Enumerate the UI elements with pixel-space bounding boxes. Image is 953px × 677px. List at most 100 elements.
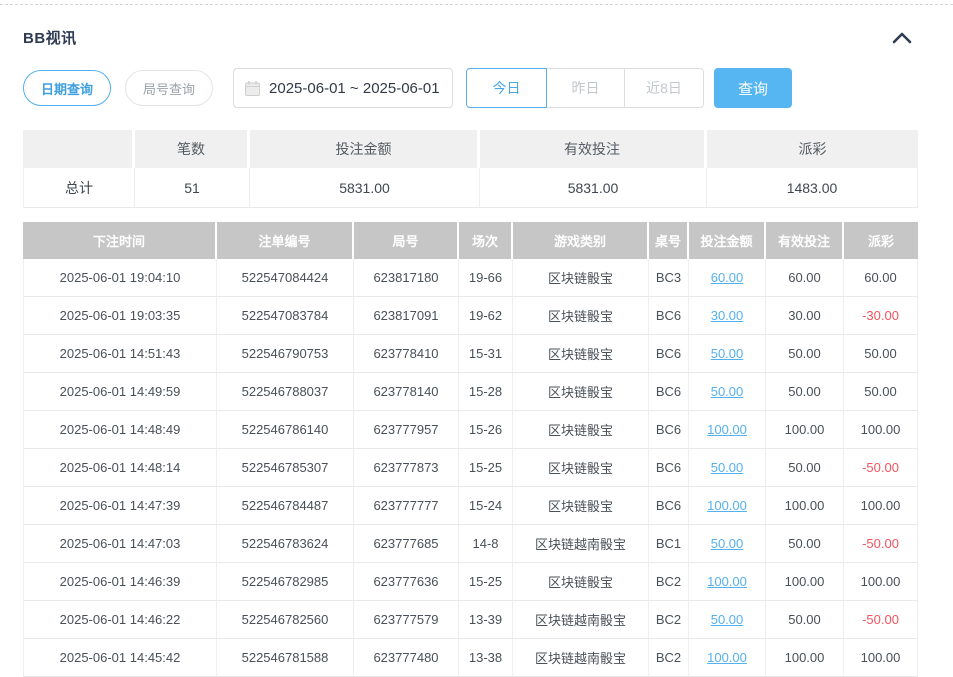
cell-game-type: 区块链骰宝 — [513, 335, 649, 373]
query-button[interactable]: 查询 — [714, 68, 792, 108]
cell-payout: -50.00 — [844, 601, 918, 639]
collapse-chevron-up-icon[interactable] — [891, 30, 913, 46]
table-row: 2025-06-01 14:46:39 522546782985 6237776… — [23, 563, 918, 601]
cell-order-no: 522546784487 — [217, 487, 354, 525]
cell-round-no: 623778140 — [354, 373, 459, 411]
col-header-bet-time: 下注时间 — [23, 222, 217, 259]
cell-game-type: 区块链越南骰宝 — [513, 525, 649, 563]
cell-valid-bet: 60.00 — [766, 259, 844, 297]
cell-bet-time: 2025-06-01 19:03:35 — [23, 297, 217, 335]
yesterday-button[interactable]: 昨日 — [546, 68, 625, 108]
table-row: 2025-06-01 14:47:39 522546784487 6237777… — [23, 487, 918, 525]
table-row: 2025-06-01 14:46:22 522546782560 6237775… — [23, 601, 918, 639]
cell-valid-bet: 50.00 — [766, 525, 844, 563]
cell-order-no: 522546783624 — [217, 525, 354, 563]
col-header-round-no: 局号 — [354, 222, 459, 259]
cell-valid-bet: 100.00 — [766, 411, 844, 449]
cell-bet-amount: 100.00 — [689, 563, 766, 601]
cell-valid-bet: 50.00 — [766, 335, 844, 373]
cell-game-type: 区块链骰宝 — [513, 487, 649, 525]
cell-valid-bet: 50.00 — [766, 449, 844, 487]
round-query-tab[interactable]: 局号查询 — [125, 70, 213, 106]
cell-payout: 50.00 — [844, 373, 918, 411]
cell-table-no: BC6 — [649, 297, 689, 335]
bet-amount-link[interactable]: 50.00 — [711, 384, 744, 399]
cell-table-no: BC2 — [649, 639, 689, 677]
cell-round-no: 623817091 — [354, 297, 459, 335]
cell-table-no: BC3 — [649, 259, 689, 297]
bet-amount-link[interactable]: 50.00 — [711, 536, 744, 551]
page-title: BB视讯 — [23, 27, 77, 48]
table-row: 2025-06-01 14:51:43 522546790753 6237784… — [23, 335, 918, 373]
cell-order-no: 522547084424 — [217, 259, 354, 297]
cell-order-no: 522546786140 — [217, 411, 354, 449]
cell-bet-amount: 50.00 — [689, 335, 766, 373]
bet-records-table: 下注时间 注单编号 局号 场次 游戏类别 桌号 投注金额 有效投注 派彩 202… — [23, 222, 918, 677]
cell-bet-time: 2025-06-01 14:49:59 — [23, 373, 217, 411]
cell-table-no: BC6 — [649, 373, 689, 411]
cell-order-no: 522547083784 — [217, 297, 354, 335]
table-row: 2025-06-01 14:49:59 522546788037 6237781… — [23, 373, 918, 411]
cell-table-no: BC2 — [649, 601, 689, 639]
table-row: 2025-06-01 14:48:14 522546785307 6237778… — [23, 449, 918, 487]
cell-round-no: 623777685 — [354, 525, 459, 563]
bet-amount-link[interactable]: 50.00 — [711, 612, 744, 627]
bet-amount-link[interactable]: 100.00 — [707, 574, 747, 589]
cell-session: 15-25 — [459, 449, 513, 487]
bet-amount-link[interactable]: 100.00 — [707, 498, 747, 513]
cell-round-no: 623777957 — [354, 411, 459, 449]
last-8-days-button[interactable]: 近8日 — [624, 68, 704, 108]
cell-order-no: 522546782560 — [217, 601, 354, 639]
bet-amount-link[interactable]: 100.00 — [707, 650, 747, 665]
cell-session: 19-62 — [459, 297, 513, 335]
today-button[interactable]: 今日 — [466, 68, 547, 108]
summary-total-label: 总计 — [23, 168, 135, 208]
bet-table-body: 2025-06-01 19:04:10 522547084424 6238171… — [23, 259, 918, 677]
cell-order-no: 522546785307 — [217, 449, 354, 487]
cell-order-no: 522546790753 — [217, 335, 354, 373]
cell-session: 13-39 — [459, 601, 513, 639]
cell-bet-amount: 30.00 — [689, 297, 766, 335]
summary-header-bet-amount: 投注金额 — [250, 130, 480, 168]
cell-game-type: 区块链骰宝 — [513, 563, 649, 601]
bet-amount-link[interactable]: 50.00 — [711, 346, 744, 361]
cell-valid-bet: 100.00 — [766, 487, 844, 525]
cell-table-no: BC1 — [649, 525, 689, 563]
cell-payout: 50.00 — [844, 335, 918, 373]
cell-bet-amount: 100.00 — [689, 487, 766, 525]
summary-total-valid-bet: 5831.00 — [480, 168, 707, 208]
col-header-payout: 派彩 — [844, 222, 918, 259]
summary-header-valid-bet: 有效投注 — [480, 130, 707, 168]
cell-game-type: 区块链骰宝 — [513, 373, 649, 411]
cell-bet-time: 2025-06-01 14:48:14 — [23, 449, 217, 487]
cell-session: 15-28 — [459, 373, 513, 411]
cell-payout: 60.00 — [844, 259, 918, 297]
cell-order-no: 522546788037 — [217, 373, 354, 411]
panel-header: BB视讯 — [23, 27, 913, 48]
cell-game-type: 区块链骰宝 — [513, 449, 649, 487]
cell-valid-bet: 100.00 — [766, 639, 844, 677]
cell-bet-time: 2025-06-01 14:46:39 — [23, 563, 217, 601]
bet-amount-link[interactable]: 50.00 — [711, 460, 744, 475]
col-header-valid-bet: 有效投注 — [766, 222, 844, 259]
cell-bet-time: 2025-06-01 14:47:03 — [23, 525, 217, 563]
cell-bet-amount: 50.00 — [689, 373, 766, 411]
bet-amount-link[interactable]: 30.00 — [711, 308, 744, 323]
bet-amount-link[interactable]: 100.00 — [707, 422, 747, 437]
cell-valid-bet: 100.00 — [766, 563, 844, 601]
calendar-icon — [244, 80, 261, 97]
cell-round-no: 623817180 — [354, 259, 459, 297]
cell-bet-time: 2025-06-01 14:48:49 — [23, 411, 217, 449]
filter-bar: 日期查询 局号查询 2025-06-01 ~ 2025-06-01 今日 昨日 … — [23, 68, 953, 108]
col-header-game-type: 游戏类别 — [513, 222, 649, 259]
cell-round-no: 623777777 — [354, 487, 459, 525]
table-row: 2025-06-01 19:03:35 522547083784 6238170… — [23, 297, 918, 335]
date-query-tab[interactable]: 日期查询 — [23, 70, 111, 106]
cell-bet-amount: 50.00 — [689, 449, 766, 487]
quick-range-group: 今日 昨日 近8日 — [466, 68, 704, 108]
cell-bet-time: 2025-06-01 14:51:43 — [23, 335, 217, 373]
cell-round-no: 623777579 — [354, 601, 459, 639]
cell-session: 15-24 — [459, 487, 513, 525]
bet-amount-link[interactable]: 60.00 — [711, 270, 744, 285]
date-range-input[interactable]: 2025-06-01 ~ 2025-06-01 — [233, 68, 453, 108]
